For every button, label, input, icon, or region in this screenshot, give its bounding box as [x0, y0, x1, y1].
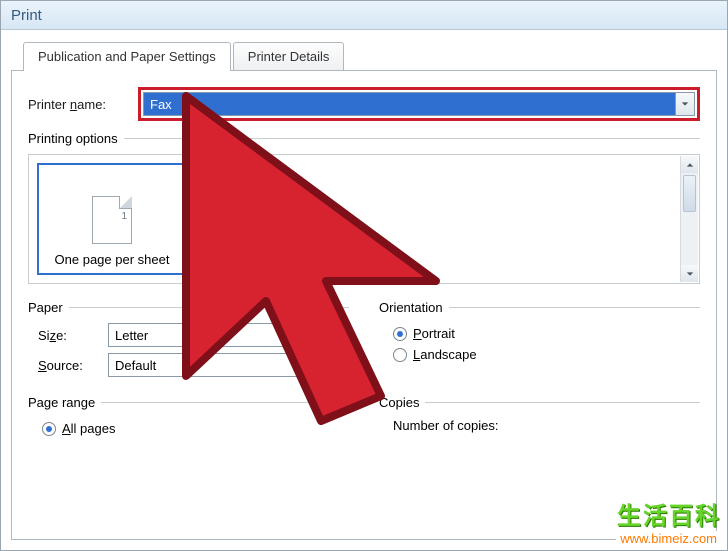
number-of-copies-label: Number of copies: [393, 418, 499, 433]
printer-name-combo[interactable]: Fax [143, 92, 695, 116]
tab-panel: Printer name: Fax Printing options [11, 70, 717, 540]
paper-source-value: Default [109, 358, 329, 373]
scroll-thumb[interactable] [683, 175, 696, 212]
page-range-heading: Page range [28, 395, 349, 410]
paper-group: Paper Size: Letter [28, 294, 349, 383]
paper-orientation-row: Paper Size: Letter [28, 294, 700, 383]
paper-source-combo[interactable]: Default [108, 353, 349, 377]
number-of-copies-row: Number of copies: [379, 418, 700, 433]
paper-source-row: Source: Default [28, 353, 349, 377]
radio-all-pages[interactable]: All pages [28, 418, 349, 439]
paper-heading: Paper [28, 300, 349, 315]
printer-name-value: Fax [144, 97, 675, 112]
dialog-body: Publication and Paper Settings Printer D… [1, 30, 727, 540]
radio-landscape[interactable]: Landscape [379, 344, 700, 365]
orientation-group: Orientation Portrait Landscape [379, 294, 700, 383]
paper-size-dropdown-button[interactable] [329, 324, 348, 346]
scroll-down-button[interactable] [681, 265, 698, 282]
radio-dot-icon [42, 422, 56, 436]
paper-size-combo[interactable]: Letter [108, 323, 349, 347]
tab-strip: Publication and Paper Settings Printer D… [23, 40, 727, 70]
paper-size-value: Letter [109, 328, 329, 343]
option-one-page-per-sheet[interactable]: 1 One page per sheet [37, 163, 187, 275]
radio-portrait[interactable]: Portrait [379, 323, 700, 344]
chevron-up-icon [686, 161, 694, 169]
option-label: One page per sheet [55, 252, 170, 267]
range-copies-row: Page range All pages Copies Number of co… [28, 389, 700, 439]
chevron-down-icon [335, 331, 343, 339]
paper-source-label: Source: [28, 358, 108, 373]
titlebar: Print [1, 1, 727, 30]
printer-name-label: Printer name: [28, 97, 138, 112]
copies-heading: Copies [379, 395, 700, 410]
scrollbar[interactable] [680, 156, 698, 282]
printer-name-highlight: Fax [138, 87, 700, 121]
radio-dot-icon [393, 348, 407, 362]
radio-dot-icon [393, 327, 407, 341]
chevron-down-icon [681, 100, 689, 108]
orientation-heading: Orientation [379, 300, 700, 315]
tab-publication-paper[interactable]: Publication and Paper Settings [23, 42, 231, 71]
print-dialog: Print Publication and Paper Settings Pri… [0, 0, 728, 551]
paper-source-dropdown-button[interactable] [329, 354, 348, 376]
page-range-group: Page range All pages [28, 389, 349, 439]
printer-name-row: Printer name: Fax [28, 87, 700, 121]
copies-group: Copies Number of copies: [379, 389, 700, 439]
printer-name-dropdown-button[interactable] [675, 93, 694, 115]
printing-options-list[interactable]: 1 One page per sheet [28, 154, 700, 284]
paper-size-label: Size: [28, 328, 108, 343]
chevron-down-icon [686, 270, 694, 278]
tab-printer-details[interactable]: Printer Details [233, 42, 345, 70]
scroll-up-button[interactable] [681, 156, 698, 173]
window-title: Print [11, 7, 42, 24]
paper-size-row: Size: Letter [28, 323, 349, 347]
chevron-down-icon [335, 361, 343, 369]
page-icon: 1 [92, 196, 132, 244]
printing-options-heading: Printing options [28, 131, 700, 146]
